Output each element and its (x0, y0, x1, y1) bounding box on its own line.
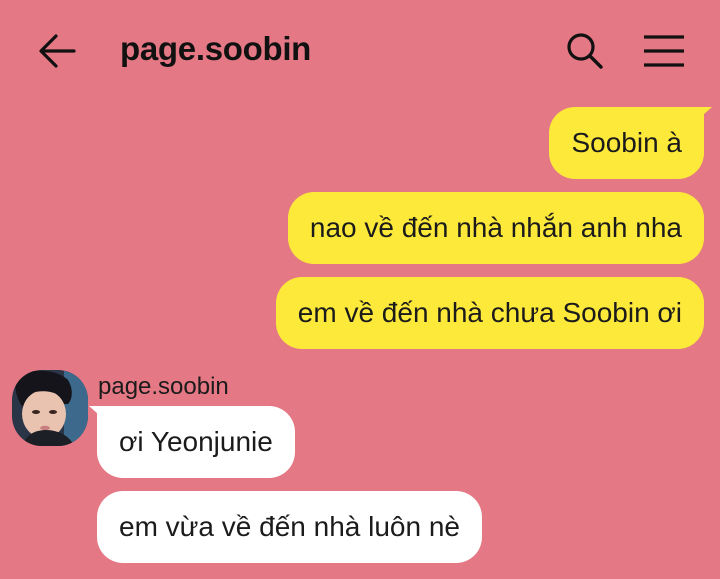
outgoing-message-bubble[interactable]: Soobin à (549, 107, 712, 179)
outgoing-message-bubble[interactable]: em về đến nhà chưa Soobin ơi (275, 277, 704, 349)
menu-button[interactable] (642, 34, 686, 68)
bubble-tail (694, 107, 712, 123)
back-button[interactable] (36, 32, 80, 72)
search-button[interactable] (564, 30, 606, 72)
outgoing-message-bubble[interactable]: nao về đến nhà nhắn anh nha (287, 192, 704, 264)
message-text: Soobin à (571, 127, 682, 158)
message-text: nao về đến nhà nhắn anh nha (309, 212, 682, 243)
hamburger-menu-icon (644, 35, 684, 67)
message-text: em về đến nhà chưa Soobin ơi (297, 297, 682, 328)
chat-title: page.soobin (120, 30, 312, 67)
arrow-left-icon (39, 34, 76, 68)
bubble-tail (89, 406, 107, 422)
incoming-message-bubble[interactable]: em vừa về đến nhà luôn nè (97, 491, 482, 563)
top-bar: page.soobin (0, 0, 720, 100)
message-text: ơi Yeonjunie (119, 426, 273, 457)
sender-avatar[interactable] (12, 370, 88, 446)
message-text: em vừa về đến nhà luôn nè (119, 511, 460, 542)
sender-name: page.soobin (98, 373, 229, 400)
search-icon (567, 33, 603, 69)
avatar-photo (12, 370, 88, 446)
incoming-message-bubble[interactable]: ơi Yeonjunie (89, 406, 295, 478)
